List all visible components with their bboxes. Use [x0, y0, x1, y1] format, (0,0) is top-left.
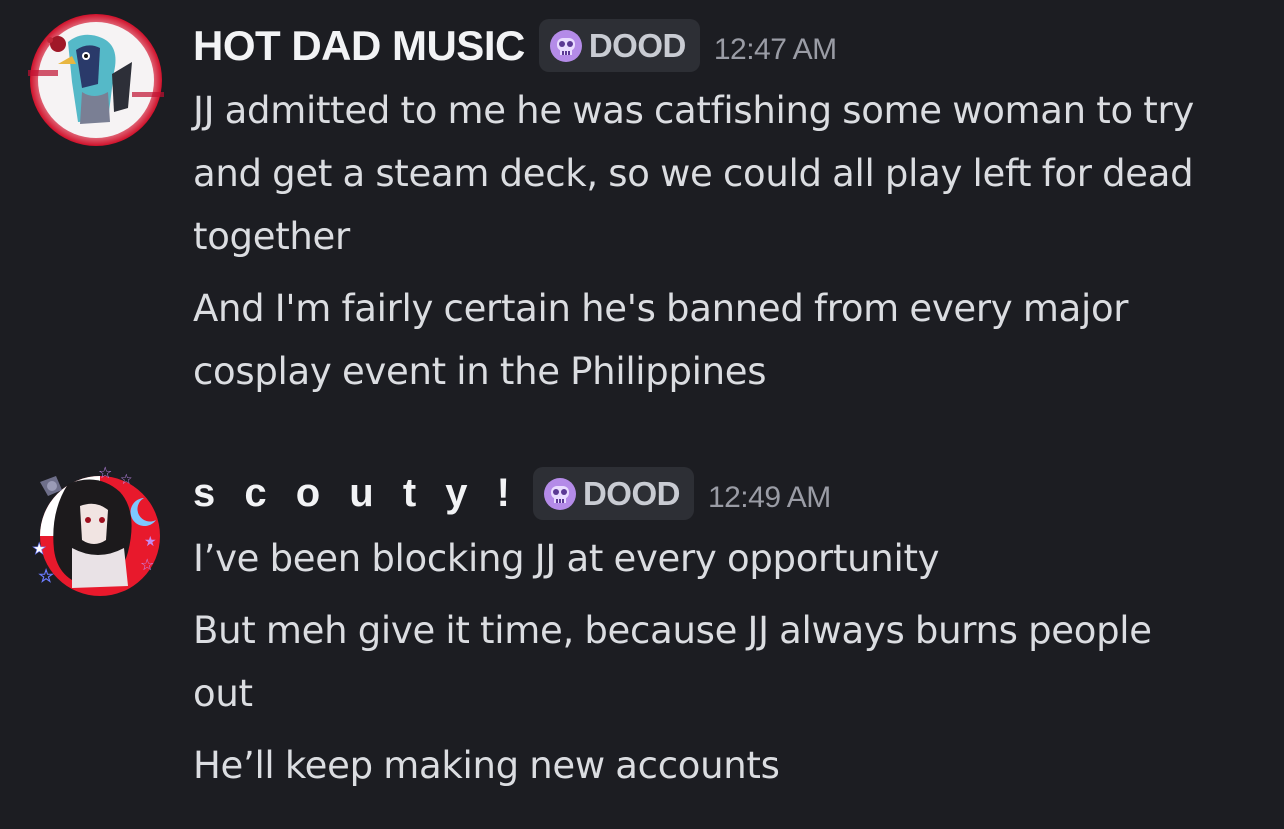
svg-text:★: ★ — [144, 534, 157, 550]
username[interactable]: s c o u t y ! — [193, 471, 519, 516]
svg-text:★: ★ — [32, 539, 46, 558]
username[interactable]: HOT DAD MUSIC — [193, 22, 525, 70]
skull-icon — [549, 29, 582, 62]
server-tag[interactable]: DOOD — [538, 19, 700, 72]
svg-text:☆: ☆ — [98, 463, 112, 482]
server-tag-label: DOOD — [582, 474, 681, 512]
message-header: s c o u t y ! DOOD 12:49 AM — [193, 466, 831, 521]
avatar[interactable] — [28, 12, 164, 148]
message-group-scouty: ☆ ☆ ★ ☆ ☆ ★ s c o u t y ! DOOD 12:49 AM — [0, 440, 1284, 829]
message-group-hot-dad-music: HOT DAD MUSIC DOOD 12:47 AM JJ admitted … — [0, 0, 1284, 420]
message-text: But meh give it time, because JJ always … — [193, 609, 1152, 715]
avatar[interactable]: ☆ ☆ ★ ☆ ☆ ★ — [28, 462, 164, 598]
message-text: He’ll keep making new accounts — [193, 744, 780, 787]
timestamp[interactable]: 12:49 AM — [708, 481, 831, 515]
svg-text:☆: ☆ — [38, 566, 54, 587]
message-text: I’ve been blocking JJ at every opportuni… — [193, 537, 940, 580]
timestamp[interactable]: 12:47 AM — [714, 33, 837, 67]
server-tag[interactable]: DOOD — [532, 467, 694, 520]
message-text: And I'm fairly certain he's banned from … — [193, 287, 1129, 393]
skull-icon — [543, 477, 576, 510]
svg-text:☆: ☆ — [120, 472, 133, 488]
server-tag-label: DOOD — [588, 26, 687, 64]
svg-text:☆: ☆ — [140, 555, 154, 574]
message-header: HOT DAD MUSIC DOOD 12:47 AM — [193, 18, 837, 73]
message-text: JJ admitted to me he was catfishing some… — [193, 89, 1194, 258]
